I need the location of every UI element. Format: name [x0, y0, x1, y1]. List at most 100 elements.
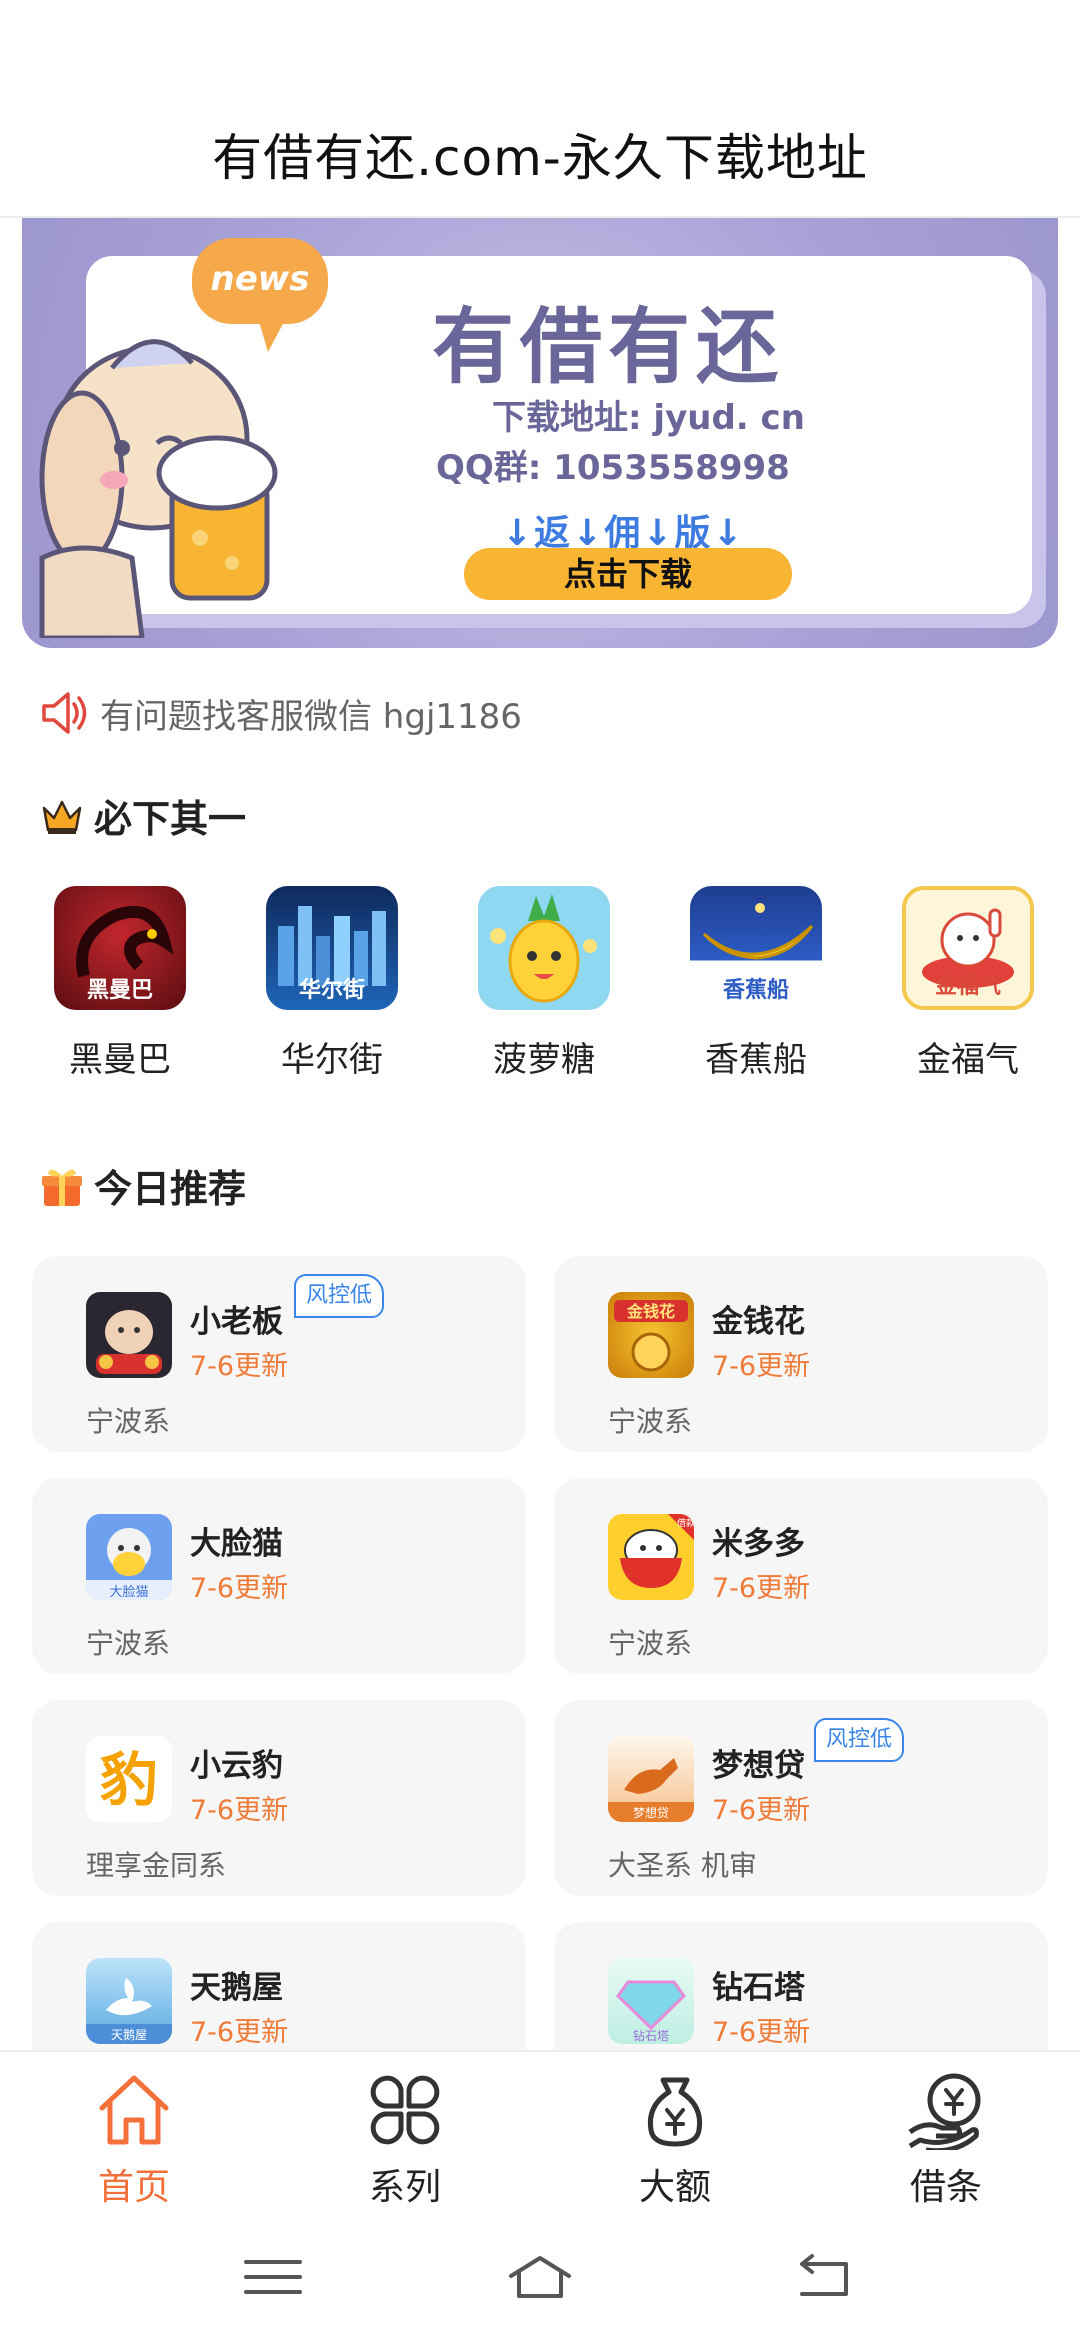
- news-bubble-tail: [258, 318, 286, 352]
- banner-download-button[interactable]: 点击下载: [464, 548, 792, 600]
- nav-tab-large-amount[interactable]: 大额: [585, 2070, 765, 2210]
- dog-mascot-illustration: [39, 339, 278, 638]
- news-bubble: news: [192, 238, 328, 324]
- back-icon[interactable]: [790, 2252, 860, 2302]
- promo-banner[interactable]: news 有借有还 下载地址: jyud. cn QQ群: 1053558998…: [22, 218, 1058, 648]
- menu-icon[interactable]: [238, 2252, 308, 2302]
- crown-icon: [42, 800, 82, 834]
- grid-icon: [370, 2075, 440, 2145]
- banner-qq-group: QQ群: 1053558998: [436, 448, 790, 488]
- must-download-title: 必下其一: [94, 797, 247, 841]
- bottom-navigation: 首页 系列 大额 借条: [0, 2050, 1080, 2212]
- home-outline-icon[interactable]: [505, 2252, 575, 2302]
- dalianmao-icon-text: 大脸猫: [109, 1585, 148, 1600]
- app-item-heimanba[interactable]: 黑曼巴 黑曼巴: [30, 886, 210, 1081]
- money-bag-icon: [647, 2077, 703, 2147]
- huaerjie-icon-caption: 华尔街: [298, 978, 365, 1003]
- boluotang-app-name: 菠萝糖: [493, 1040, 595, 1080]
- boss-cat-icon: [96, 1310, 162, 1374]
- app-item-boluotang[interactable]: 菠萝糖: [454, 886, 634, 1081]
- recommend-card-xiaoyunbao[interactable]: 豹 小云豹 7-6更新 理享金同系: [32, 1700, 526, 1896]
- app-item-jinfuqi[interactable]: 金福气 金福气: [878, 886, 1058, 1081]
- recommend-card-jinqianhua[interactable]: 金钱花 金钱花 7-6更新 宁波系: [554, 1256, 1048, 1452]
- nav-label-home: 首页: [97, 2167, 170, 2208]
- must-download-apps: 黑曼巴 黑曼巴 华尔街 华尔街 菠萝糖 香蕉船 香蕉船 金福气 金福气: [0, 886, 1080, 1086]
- nav-tab-home[interactable]: 首页: [44, 2070, 224, 2210]
- banner-brand: 有借有还: [432, 300, 785, 395]
- jinqianhua-app-icon: 金钱花: [608, 1292, 694, 1378]
- miduoduo-app-icon: 借款: [608, 1514, 694, 1600]
- mengxiangdai-type: 大圣系 机审: [608, 1849, 757, 1882]
- recommend-card-zuanshita[interactable]: 钻石塔 钻石塔 7-6更新: [554, 1922, 1048, 2056]
- xiaolaoban-update: 7-6更新: [190, 1351, 289, 1382]
- heimanba-icon-caption: 黑曼巴: [86, 978, 153, 1003]
- low-risk-badge: 风控低: [294, 1274, 385, 1318]
- miduoduo-name: 米多多: [712, 1526, 805, 1562]
- today-recommend-header: 今日推荐: [40, 1158, 246, 1213]
- zuanshita-name: 钻石塔: [712, 1970, 805, 2006]
- recommend-card-tianewu[interactable]: 天鹅屋 天鹅屋 7-6更新: [32, 1922, 526, 2056]
- app-item-xiangjiaochuan[interactable]: 香蕉船 香蕉船: [666, 886, 846, 1081]
- leopard-character-icon: 豹: [100, 1746, 158, 1814]
- jinqianhua-name: 金钱花: [712, 1304, 805, 1340]
- miduoduo-icon-text: 借款: [677, 1517, 694, 1529]
- mengxiangdai-app-icon: 梦想贷: [608, 1736, 694, 1822]
- home-icon: [99, 2075, 169, 2145]
- jinfuqi-app-name: 金福气: [917, 1040, 1019, 1080]
- nav-label-large-amount: 大额: [638, 2167, 711, 2208]
- mengxiangdai-update: 7-6更新: [712, 1795, 811, 1826]
- heimanba-app-icon: 黑曼巴: [54, 886, 186, 1010]
- xiangjiaochuan-icon-caption: 香蕉船: [722, 978, 789, 1003]
- xiaoyunbao-type: 理享金同系: [86, 1849, 227, 1882]
- xiangjiaochuan-app-icon: 香蕉船: [690, 886, 822, 1010]
- page-title: 有借有还.com-永久下载地址: [212, 129, 868, 187]
- cat-face-icon: 大脸猫: [86, 1528, 172, 1600]
- app-item-huaerjie[interactable]: 华尔街 华尔街: [242, 886, 422, 1081]
- zuanshita-app-icon: 钻石塔: [608, 1958, 694, 2044]
- nav-tab-series[interactable]: 系列: [315, 2070, 495, 2210]
- system-navigation-bar: [0, 2212, 1080, 2340]
- low-risk-badge: 风控低: [814, 1718, 905, 1762]
- nav-tab-iou[interactable]: 借条: [856, 2070, 1036, 2210]
- boluotang-app-icon: [478, 886, 610, 1010]
- zuanshita-icon-text: 钻石塔: [633, 2028, 669, 2043]
- notice-bar[interactable]: 有问题找客服微信 hgj1186: [40, 690, 522, 737]
- tianewu-update: 7-6更新: [190, 2017, 289, 2048]
- gift-icon: [42, 1168, 82, 1206]
- jinfuqi-app-icon: 金福气: [902, 886, 1034, 1010]
- dalianmao-type: 宁波系: [86, 1627, 171, 1660]
- jinqianhua-update: 7-6更新: [712, 1351, 811, 1382]
- speaker-icon: [42, 692, 87, 734]
- xiaolaoban-app-icon: [86, 1292, 172, 1378]
- notice-text: 有问题找客服微信 hgj1186: [100, 696, 522, 737]
- xiangjiaochuan-app-name: 香蕉船: [705, 1040, 807, 1080]
- xiaoyunbao-name: 小云豹: [190, 1748, 283, 1784]
- banner-download-address: 下载地址: jyud. cn: [492, 398, 805, 438]
- tianewu-app-icon: 天鹅屋: [86, 1958, 172, 2044]
- recommend-card-dalianmao[interactable]: 大脸猫 大脸猫 7-6更新 宁波系: [32, 1478, 526, 1674]
- recommend-card-mengxiangdai[interactable]: 梦想贷 梦想贷 7-6更新 大圣系 机审 风控低: [554, 1700, 1048, 1896]
- top-header: 有借有还.com-永久下载地址: [0, 0, 1080, 218]
- heimanba-app-name: 黑曼巴: [69, 1040, 171, 1080]
- dalianmao-name: 大脸猫: [190, 1526, 283, 1562]
- miduoduo-type: 宁波系: [608, 1627, 693, 1660]
- recommend-card-miduoduo[interactable]: 借款 米多多 7-6更新 宁波系: [554, 1478, 1048, 1674]
- horse-icon: 梦想贷: [608, 1758, 694, 1822]
- mengxiangdai-name: 梦想贷: [712, 1748, 805, 1784]
- huaerjie-app-name: 华尔街: [281, 1040, 383, 1080]
- must-download-header: 必下其一: [40, 788, 246, 843]
- recommend-card-xiaolaoban[interactable]: 小老板 7-6更新 宁波系 风控低: [32, 1256, 526, 1452]
- dalianmao-app-icon: 大脸猫: [86, 1514, 172, 1600]
- diamond-icon: 钻石塔: [616, 1980, 686, 2043]
- rice-bowl-icon: 借款: [620, 1514, 694, 1588]
- nav-label-series: 系列: [368, 2167, 441, 2208]
- swan-icon: 天鹅屋: [86, 1978, 172, 2044]
- nav-label-iou: 借条: [909, 2167, 982, 2208]
- tianewu-icon-text: 天鹅屋: [111, 2028, 147, 2042]
- xiaoyunbao-app-icon: 豹: [86, 1736, 172, 1822]
- dalianmao-update: 7-6更新: [190, 1573, 289, 1604]
- jinqianhua-type: 宁波系: [608, 1405, 693, 1438]
- pineapple-icon: [490, 894, 597, 1003]
- loan-hand-icon: [908, 2073, 981, 2154]
- today-recommend-title: 今日推荐: [94, 1167, 247, 1211]
